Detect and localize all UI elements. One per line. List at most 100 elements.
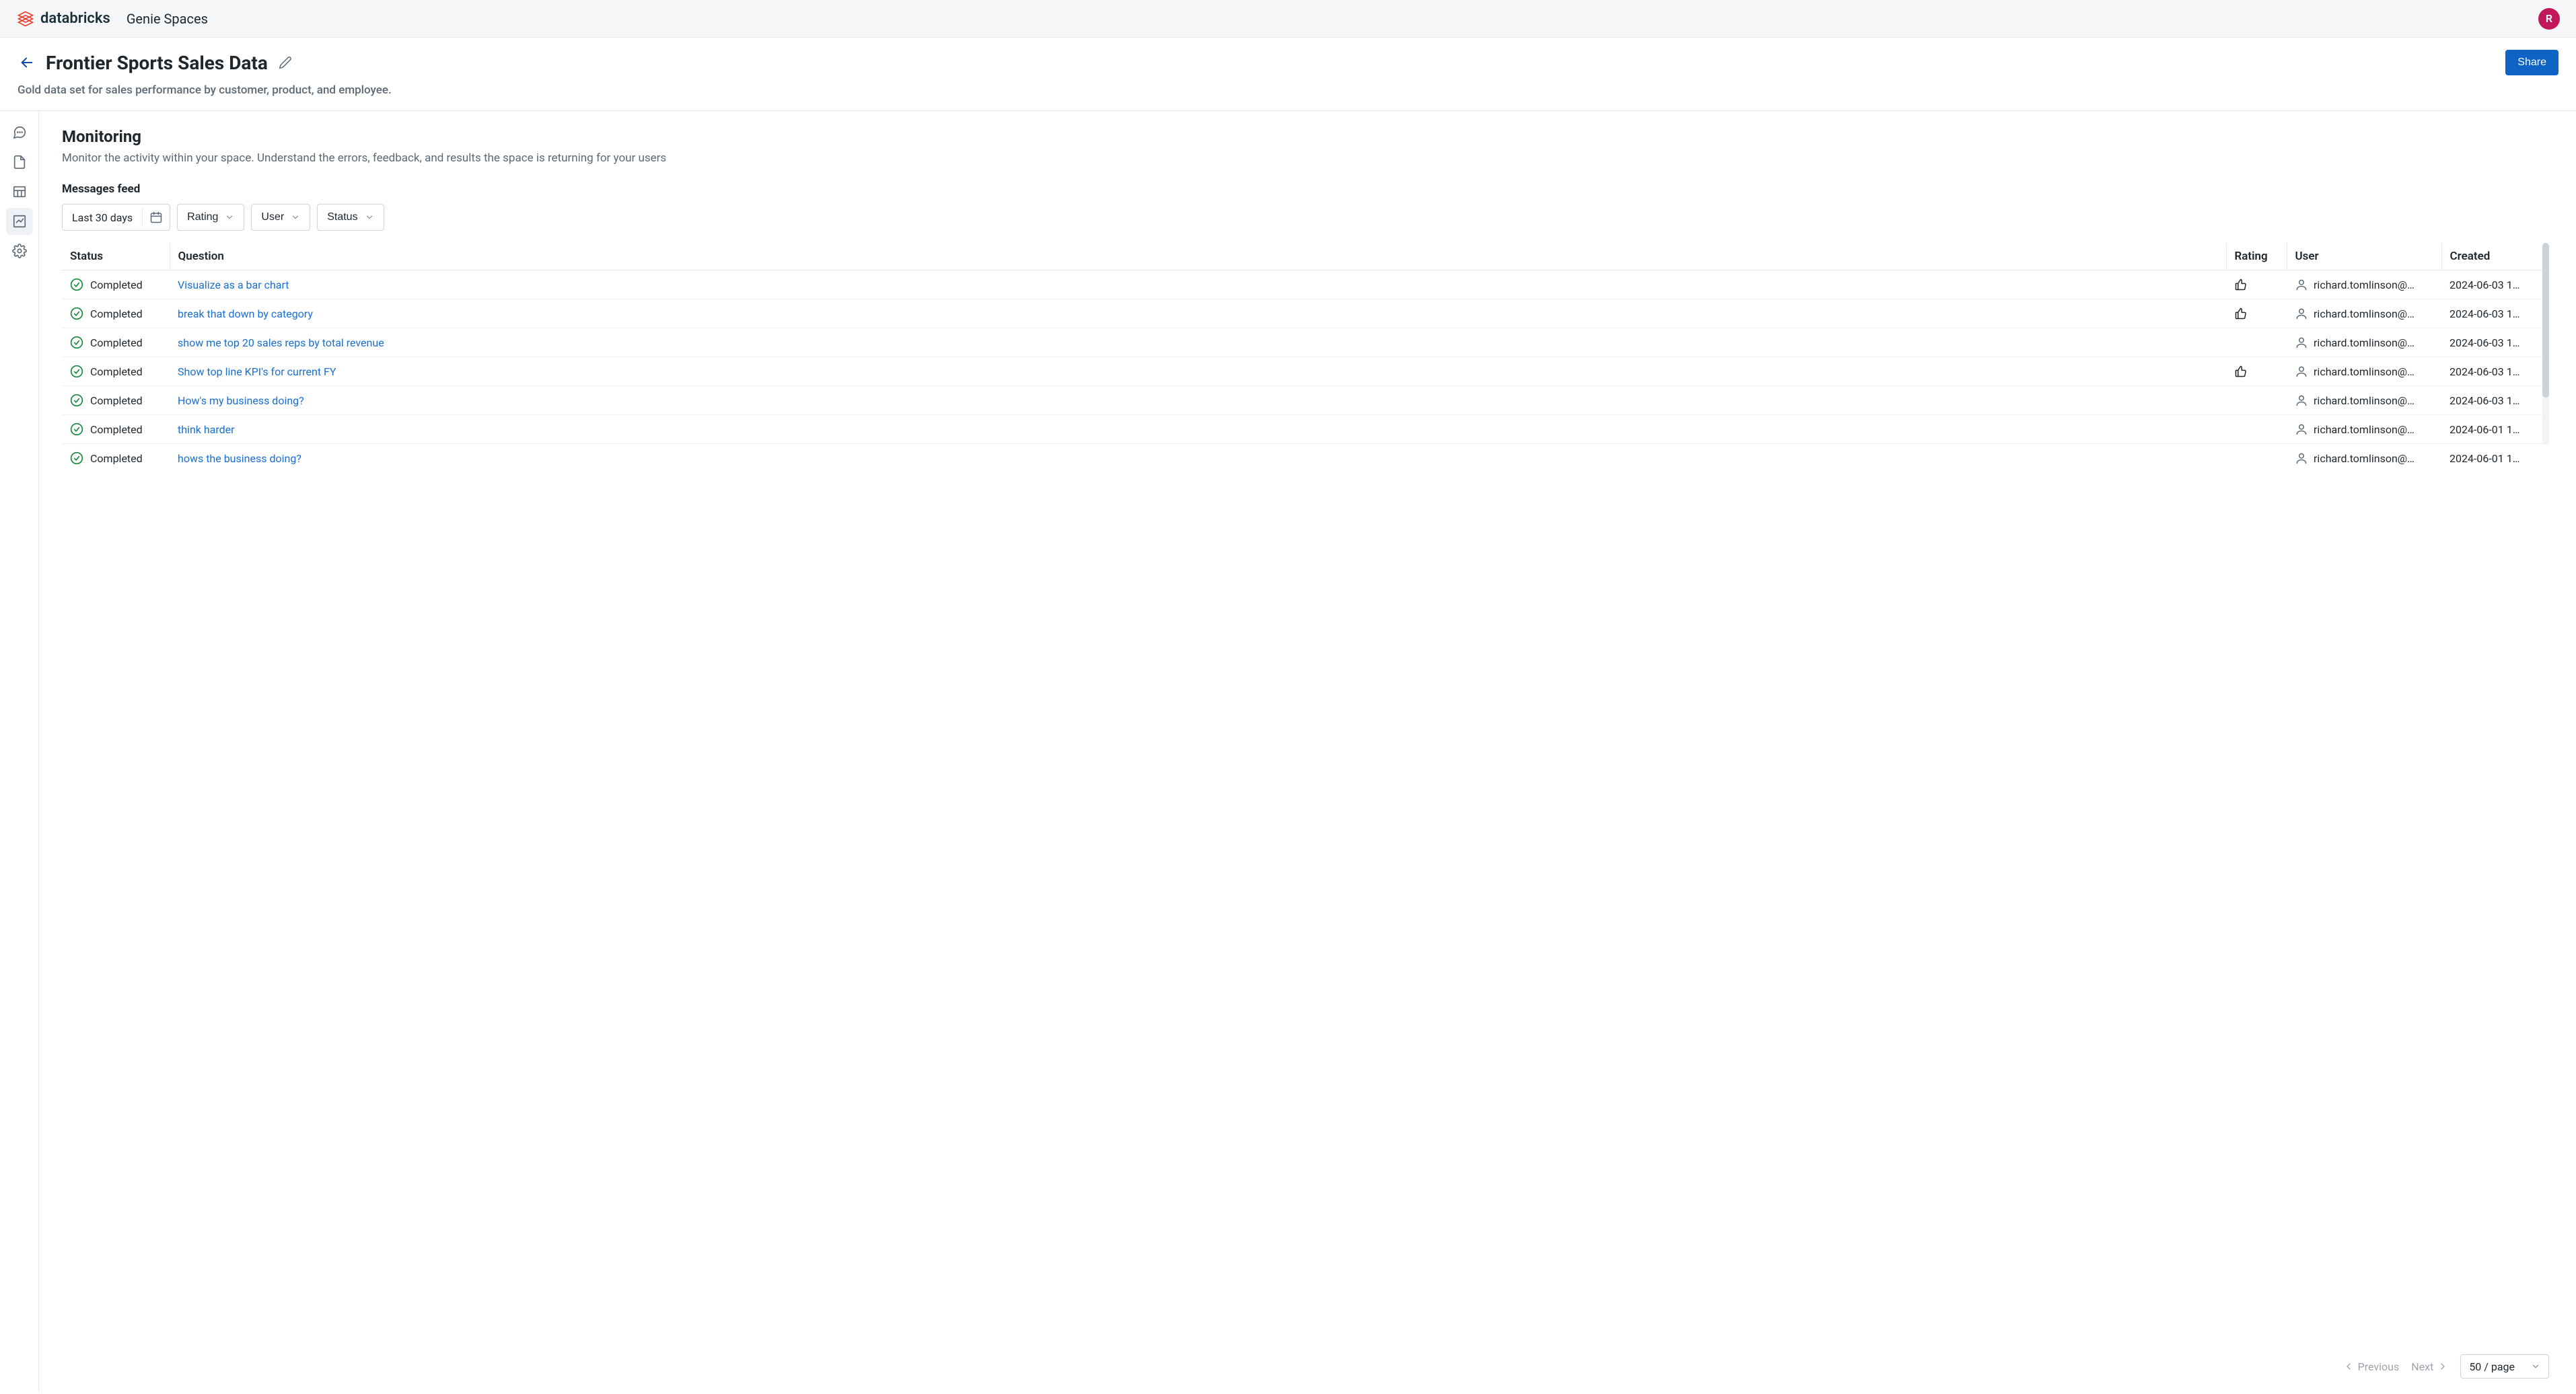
next-label: Next xyxy=(2411,1360,2433,1373)
main-content: Monitoring Monitor the activity within y… xyxy=(39,111,2576,1392)
th-user[interactable]: User xyxy=(2287,243,2441,270)
databricks-logo-icon xyxy=(16,9,35,28)
question-link[interactable]: think harder xyxy=(178,423,235,436)
rating-cell xyxy=(2226,299,2287,328)
brand-logo[interactable]: databricks xyxy=(16,9,110,28)
filter-bar: Last 30 days Rating User Status xyxy=(62,204,2549,231)
thumbs-up-icon xyxy=(2234,365,2248,378)
rail-settings[interactable] xyxy=(6,237,33,264)
rail-table[interactable] xyxy=(6,178,33,205)
created-text: 2024-06-01 1… xyxy=(2441,415,2549,444)
user-text: richard.tomlinson@… xyxy=(2314,279,2414,291)
created-text: 2024-06-01 1… xyxy=(2441,444,2549,473)
question-link[interactable]: How's my business doing? xyxy=(178,394,304,407)
chevron-down-icon xyxy=(365,213,374,222)
messages-table: Status Question Rating User Created Comp… xyxy=(62,243,2549,472)
check-circle-icon xyxy=(70,423,83,436)
prev-label: Previous xyxy=(2358,1360,2400,1373)
question-link[interactable]: break that down by category xyxy=(178,307,313,320)
user-icon xyxy=(2295,365,2308,378)
question-link[interactable]: Show top line KPI's for current FY xyxy=(178,365,336,378)
rating-filter[interactable]: Rating xyxy=(177,204,244,231)
gear-icon xyxy=(12,244,27,258)
status-text: Completed xyxy=(90,307,143,320)
check-circle-icon xyxy=(70,451,83,465)
back-button[interactable] xyxy=(17,53,36,72)
question-link[interactable]: hows the business doing? xyxy=(178,452,301,465)
rating-filter-label: Rating xyxy=(187,211,218,223)
scrollbar-thumb[interactable] xyxy=(2542,243,2549,398)
status-text: Completed xyxy=(90,365,143,378)
topbar: databricks Genie Spaces R xyxy=(0,0,2576,38)
th-status[interactable]: Status xyxy=(62,243,170,270)
th-rating[interactable]: Rating xyxy=(2226,243,2287,270)
created-text: 2024-06-03 1… xyxy=(2441,328,2549,357)
thumbs-up-icon xyxy=(2234,278,2248,291)
created-text: 2024-06-03 1… xyxy=(2441,299,2549,328)
rating-cell xyxy=(2226,270,2287,299)
section-description: Monitor the activity within your space. … xyxy=(62,151,2549,165)
user-text: richard.tomlinson@… xyxy=(2314,307,2414,320)
page-size-select[interactable]: 50 / page xyxy=(2460,1354,2549,1379)
table-row[interactable]: Completedhows the business doing?richard… xyxy=(62,444,2549,473)
check-circle-icon xyxy=(70,307,83,320)
user-filter[interactable]: User xyxy=(251,204,310,231)
share-button[interactable]: Share xyxy=(2505,50,2559,75)
arrow-left-icon xyxy=(20,55,34,70)
next-page-button[interactable]: Next xyxy=(2411,1360,2448,1373)
vertical-scrollbar[interactable] xyxy=(2542,243,2549,445)
user-text: richard.tomlinson@… xyxy=(2314,423,2414,436)
edit-title-button[interactable] xyxy=(277,54,293,71)
created-text: 2024-06-03 1… xyxy=(2441,357,2549,386)
rail-monitoring[interactable] xyxy=(6,208,33,235)
rail-document[interactable] xyxy=(6,149,33,176)
chat-icon xyxy=(12,125,27,140)
rating-cell xyxy=(2226,328,2287,357)
user-icon xyxy=(2295,278,2308,291)
check-circle-icon xyxy=(70,336,83,349)
rating-cell xyxy=(2226,386,2287,415)
thumbs-up-icon xyxy=(2234,307,2248,320)
status-filter[interactable]: Status xyxy=(317,204,384,231)
brand-name: databricks xyxy=(40,10,110,27)
page-description: Gold data set for sales performance by c… xyxy=(17,83,2559,97)
chevron-down-icon xyxy=(291,213,300,222)
question-link[interactable]: show me top 20 sales reps by total reven… xyxy=(178,336,384,349)
table-row[interactable]: Completed break that down by category rich… xyxy=(62,299,2549,328)
created-text: 2024-06-03 1… xyxy=(2441,270,2549,299)
table-row[interactable]: CompletedVisualize as a bar chartrichard… xyxy=(62,270,2549,299)
th-question[interactable]: Question xyxy=(170,243,2226,270)
status-text: Completed xyxy=(90,336,143,349)
user-avatar[interactable]: R xyxy=(2538,8,2560,30)
chevron-down-icon xyxy=(225,213,234,222)
line-chart-icon xyxy=(12,214,27,229)
calendar-icon xyxy=(149,211,163,224)
question-link[interactable]: Visualize as a bar chart xyxy=(178,279,289,291)
user-filter-label: User xyxy=(261,211,284,223)
user-icon xyxy=(2295,451,2308,465)
created-text: 2024-06-03 1… xyxy=(2441,386,2549,415)
table-row[interactable]: Completedthink harderrichard.tomlinson@…… xyxy=(62,415,2549,444)
prev-page-button[interactable]: Previous xyxy=(2343,1360,2400,1373)
rail-chat[interactable] xyxy=(6,119,33,146)
user-text: richard.tomlinson@… xyxy=(2314,394,2414,407)
table-icon xyxy=(12,184,27,199)
topbar-section-title[interactable]: Genie Spaces xyxy=(127,11,208,27)
calendar-button[interactable] xyxy=(143,211,170,224)
document-icon xyxy=(12,155,27,170)
status-filter-label: Status xyxy=(327,211,357,223)
chevron-left-icon xyxy=(2343,1361,2354,1372)
chevron-down-icon xyxy=(2531,1362,2540,1371)
th-created[interactable]: Created xyxy=(2441,243,2549,270)
messages-table-wrap: Status Question Rating User Created Comp… xyxy=(62,243,2549,472)
table-row[interactable]: CompletedHow's my business doing?richard… xyxy=(62,386,2549,415)
feed-label: Messages feed xyxy=(62,182,2549,196)
rating-cell xyxy=(2226,357,2287,386)
table-row[interactable]: Completed show me top 20 sales reps by to… xyxy=(62,328,2549,357)
date-range-filter[interactable]: Last 30 days xyxy=(62,204,170,231)
check-circle-icon xyxy=(70,278,83,291)
status-text: Completed xyxy=(90,452,143,465)
rating-cell xyxy=(2226,415,2287,444)
table-row[interactable]: Completed Show top line KPI's for current… xyxy=(62,357,2549,386)
page-title: Frontier Sports Sales Data xyxy=(46,52,268,74)
